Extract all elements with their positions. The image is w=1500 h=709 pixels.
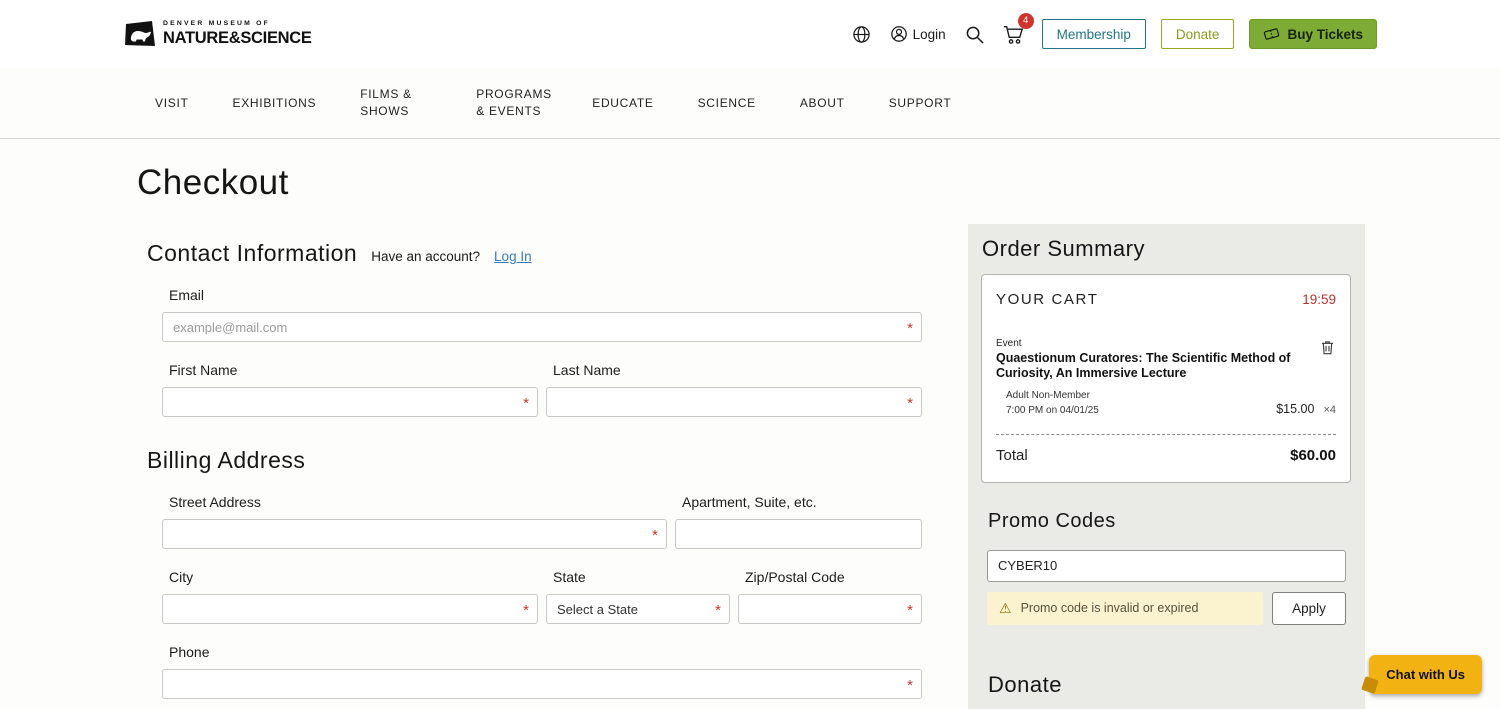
nav-item-support[interactable]: SUPPORT bbox=[889, 95, 952, 112]
cart-total-row: Total $60.00 bbox=[996, 447, 1336, 464]
last-name-field: * bbox=[546, 387, 922, 417]
chat-with-us-button[interactable]: Chat with Us bbox=[1369, 655, 1482, 694]
buy-tickets-label: Buy Tickets bbox=[1287, 26, 1363, 42]
nav-item-about[interactable]: ABOUT bbox=[800, 95, 845, 112]
apartment-field bbox=[675, 519, 922, 549]
apartment-input[interactable] bbox=[675, 519, 922, 549]
top-bar: DENVER MUSEUM OF NATURE&SCIENCE Login 4 … bbox=[0, 0, 1500, 68]
cart-divider bbox=[996, 433, 1336, 435]
nav-item-science[interactable]: SCIENCE bbox=[698, 95, 756, 112]
order-summary-panel: Order Summary YOUR CART 19:59 Event Quae… bbox=[968, 224, 1365, 709]
phone-field: * bbox=[162, 669, 922, 699]
main-nav: VISIT EXHIBITIONS FILMS & SHOWS PROGRAMS… bbox=[0, 68, 1500, 139]
cart-item-meta: Adult Non-Member 7:00 PM on 04/01/25 bbox=[1006, 388, 1099, 418]
email-input[interactable] bbox=[162, 312, 922, 342]
cart-button[interactable]: 4 bbox=[1001, 12, 1034, 47]
state-select-value: Select a State bbox=[557, 601, 638, 617]
street-address-input[interactable] bbox=[162, 519, 667, 549]
nav-item-visit[interactable]: VISIT bbox=[155, 95, 189, 112]
page-title: Checkout bbox=[137, 163, 289, 202]
logo-line-bottom: NATURE&SCIENCE bbox=[163, 29, 312, 48]
street-address-label: Street Address bbox=[169, 494, 261, 510]
log-in-link[interactable]: Log In bbox=[494, 249, 532, 264]
cart-item-detail: Adult Non-Member 7:00 PM on 04/01/25 $15… bbox=[996, 388, 1336, 418]
cart-card-header: YOUR CART 19:59 bbox=[996, 291, 1336, 308]
event-datetime: 7:00 PM on 04/01/25 bbox=[1006, 404, 1099, 416]
cart-item-name: Quaestionum Curatores: The Scientific Me… bbox=[996, 351, 1291, 380]
promo-code-input[interactable] bbox=[987, 549, 1346, 582]
cart-countdown-timer: 19:59 bbox=[1302, 292, 1336, 307]
billing-heading: Billing Address bbox=[147, 447, 306, 473]
cart-item: Event Quaestionum Curatores: The Scienti… bbox=[996, 338, 1336, 418]
promo-codes-heading: Promo Codes bbox=[988, 509, 1116, 532]
zip-field: * bbox=[738, 594, 922, 624]
globe-icon bbox=[852, 25, 871, 44]
cart-title: YOUR CART bbox=[996, 291, 1099, 308]
total-label: Total bbox=[996, 446, 1028, 464]
email-label: Email bbox=[169, 287, 205, 303]
zip-label: Zip/Postal Code bbox=[745, 569, 845, 585]
item-quantity: ×4 bbox=[1323, 403, 1336, 416]
donate-button[interactable]: Donate bbox=[1160, 19, 1235, 49]
promo-error-banner: ⚠ Promo code is invalid or expired bbox=[987, 591, 1263, 625]
email-field: * bbox=[162, 312, 922, 342]
nav-item-films-shows[interactable]: FILMS & SHOWS bbox=[360, 86, 432, 120]
nav-item-educate[interactable]: EDUCATE bbox=[592, 95, 653, 112]
city-field: * bbox=[162, 594, 538, 624]
remove-item-button[interactable] bbox=[1319, 338, 1336, 357]
nav-item-programs-events[interactable]: PROGRAMS & EVENTS bbox=[476, 86, 551, 120]
trash-icon bbox=[1321, 340, 1334, 355]
promo-error-text: Promo code is invalid or expired bbox=[1020, 601, 1199, 615]
promo-row: ⚠ Promo code is invalid or expired Apply bbox=[987, 591, 1346, 625]
order-summary-heading: Order Summary bbox=[982, 236, 1145, 261]
cart-item-pricing: $15.00 ×4 bbox=[1276, 402, 1336, 418]
account-prompt: Have an account? bbox=[371, 249, 481, 264]
cart-badge: 4 bbox=[1017, 12, 1034, 29]
phone-label: Phone bbox=[169, 644, 210, 660]
search-button[interactable] bbox=[963, 23, 986, 46]
logo-text: DENVER MUSEUM OF NATURE&SCIENCE bbox=[163, 20, 312, 48]
first-name-label: First Name bbox=[169, 362, 238, 378]
state-select[interactable]: Select a State bbox=[546, 594, 730, 624]
state-label: State bbox=[553, 569, 586, 585]
first-name-field: * bbox=[162, 387, 538, 417]
ticket-type: Adult Non-Member bbox=[1006, 389, 1090, 401]
street-address-field: * bbox=[162, 519, 667, 549]
contact-fields: Email * First Name * Last Name bbox=[162, 267, 922, 417]
checkout-page: DENVER MUSEUM OF NATURE&SCIENCE Login 4 … bbox=[0, 0, 1500, 709]
buy-tickets-button[interactable]: Buy Tickets bbox=[1249, 19, 1377, 49]
apartment-label: Apartment, Suite, etc. bbox=[682, 494, 817, 510]
user-icon bbox=[890, 25, 908, 43]
city-input[interactable] bbox=[162, 594, 538, 624]
nav-item-exhibitions[interactable]: EXHIBITIONS bbox=[233, 95, 317, 112]
cart-card: YOUR CART 19:59 Event Quaestionum Curato… bbox=[981, 274, 1351, 483]
logo-line-top: DENVER MUSEUM OF bbox=[163, 20, 270, 28]
museum-logo[interactable]: DENVER MUSEUM OF NATURE&SCIENCE bbox=[125, 20, 312, 48]
first-name-input[interactable] bbox=[162, 387, 538, 417]
city-label: City bbox=[169, 569, 194, 585]
apply-promo-button[interactable]: Apply bbox=[1272, 591, 1346, 625]
state-field: Select a State * bbox=[546, 594, 730, 624]
total-value: $60.00 bbox=[1290, 446, 1336, 464]
zip-input[interactable] bbox=[738, 594, 922, 624]
item-price: $15.00 bbox=[1276, 401, 1315, 416]
ticket-icon bbox=[1263, 26, 1280, 42]
header-actions: Login 4 Membership Donate Buy Tickets bbox=[850, 0, 1377, 68]
billing-fields: Street Address * Apartment, Suite, etc. … bbox=[162, 474, 922, 699]
cart-item-type: Event bbox=[996, 338, 1022, 349]
mammoth-logo-icon bbox=[125, 21, 155, 47]
promo-input-wrap bbox=[987, 549, 1346, 582]
search-icon bbox=[965, 25, 984, 44]
contact-heading: Contact Information bbox=[147, 240, 358, 266]
membership-button[interactable]: Membership bbox=[1041, 19, 1146, 49]
language-globe-button[interactable] bbox=[850, 23, 873, 46]
last-name-input[interactable] bbox=[546, 387, 922, 417]
login-button[interactable]: Login bbox=[888, 23, 948, 45]
phone-input[interactable] bbox=[162, 669, 922, 699]
last-name-label: Last Name bbox=[553, 362, 621, 378]
warning-icon: ⚠ bbox=[999, 600, 1012, 616]
login-label: Login bbox=[912, 26, 946, 42]
donate-section-heading: Donate bbox=[988, 671, 1062, 697]
